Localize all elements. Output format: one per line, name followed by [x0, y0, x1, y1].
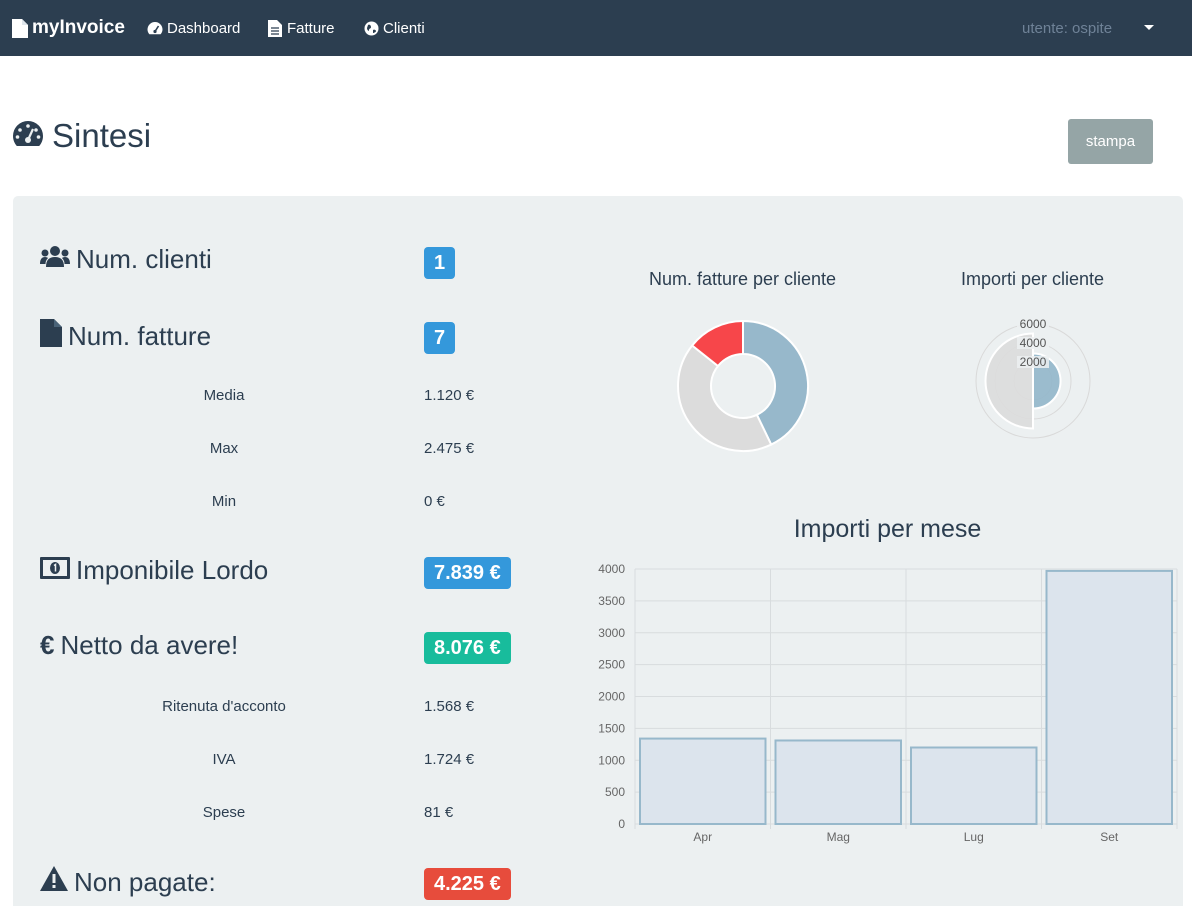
media-label: Media — [203, 387, 245, 404]
num-invoices-badge: 7 — [424, 322, 456, 354]
warning-icon — [40, 866, 68, 898]
expenses-label: Spese — [202, 804, 246, 821]
y-tick-label: 0 — [618, 817, 625, 831]
page-title-label: Sintesi — [52, 117, 152, 154]
bar — [774, 739, 902, 825]
tachometer-icon — [12, 117, 44, 155]
brand-link[interactable]: myInvoice — [12, 0, 125, 56]
withholding-label: Ritenuta d'acconto — [162, 698, 286, 715]
nav-invoices[interactable]: Fatture — [267, 0, 335, 56]
y-tick-label: 3000 — [598, 626, 625, 640]
net-heading: € Netto da avere! — [40, 630, 238, 661]
bar — [910, 746, 1038, 825]
bar — [639, 737, 767, 825]
net-badge: 8.076 € — [424, 632, 511, 664]
y-tick-label: 2500 — [598, 658, 625, 672]
gross-label: Imponibile Lordo — [76, 555, 269, 585]
globe-icon — [363, 20, 379, 36]
print-button[interactable]: stampa — [1068, 119, 1153, 164]
user-label: utente: ospite — [1022, 19, 1113, 37]
vat-label: IVA — [212, 751, 236, 768]
nav-dashboard[interactable]: Dashboard — [147, 0, 240, 56]
donut-chart — [677, 319, 809, 452]
bar — [1045, 569, 1173, 825]
expenses-value: 81 € — [424, 804, 454, 821]
money-icon — [40, 555, 70, 586]
donut-slice — [677, 344, 773, 452]
polar-chart-title: Importi per cliente — [960, 269, 1105, 289]
num-clients-heading: Num. clienti — [40, 244, 212, 275]
num-invoices-heading: Num. fatture — [40, 319, 211, 354]
user-menu[interactable]: utente: ospite — [1022, 0, 1112, 56]
y-tick-label: 4000 — [598, 562, 625, 576]
max-value: 2.475 € — [424, 440, 475, 457]
y-tick-label: 1000 — [598, 753, 625, 767]
nav-dashboard-label: Dashboard — [167, 19, 241, 37]
y-tick-label: 500 — [605, 785, 625, 799]
min-value: 0 € — [424, 493, 445, 510]
brand-label: myInvoice — [32, 17, 125, 38]
nav-clients[interactable]: Clienti — [363, 0, 425, 56]
num-invoices-label: Num. fatture — [68, 321, 212, 351]
vat-value: 1.724 € — [424, 751, 475, 768]
num-clients-badge: 1 — [424, 247, 456, 279]
unpaid-badge: 4.225 € — [424, 868, 511, 900]
x-tick-label: Lug — [964, 830, 984, 844]
y-tick-label: 3500 — [598, 594, 625, 608]
x-tick-label: Mag — [827, 830, 850, 844]
euro-icon: € — [40, 630, 55, 660]
x-tick-label: Apr — [693, 830, 712, 844]
file-icon — [12, 18, 28, 38]
unpaid-heading: Non pagate: — [40, 866, 216, 898]
num-clients-label: Num. clienti — [76, 244, 212, 274]
file-icon — [40, 319, 62, 354]
unpaid-label: Non pagate: — [74, 866, 216, 897]
chevron-down-icon[interactable] — [1144, 25, 1154, 30]
net-label: Netto da avere! — [60, 630, 239, 660]
tachometer-icon — [147, 20, 163, 36]
bar-chart-title: Importi per mese — [793, 515, 982, 543]
withholding-value: 1.568 € — [424, 698, 475, 715]
users-icon — [40, 244, 70, 275]
y-tick-label: 2000 — [598, 690, 625, 704]
polar-chart: 2000 4000 6000 — [975, 317, 1091, 439]
navbar: myInvoice Dashboard Fatture Clienti uten… — [0, 0, 1192, 56]
polar-tick-label: 4000 — [1020, 336, 1047, 350]
max-label: Max — [209, 440, 239, 457]
file-text-icon — [267, 19, 283, 37]
gross-heading: Imponibile Lordo — [40, 555, 268, 586]
media-value: 1.120 € — [424, 387, 475, 404]
nav-clients-label: Clienti — [383, 19, 425, 37]
nav-invoices-label: Fatture — [287, 19, 335, 37]
gross-badge: 7.839 € — [424, 557, 511, 589]
min-label: Min — [211, 493, 237, 510]
x-tick-label: Set — [1100, 830, 1119, 844]
polar-tick-label: 6000 — [1020, 317, 1047, 331]
polar-tick-label: 2000 — [1020, 355, 1047, 369]
y-tick-label: 1500 — [598, 721, 625, 735]
donut-chart-title: Num. fatture per cliente — [648, 269, 837, 289]
page-title: Sintesi — [12, 117, 151, 155]
bar-chart: 0 500 1000 1500 2000 2500 3000 3500 4000 Apr Mag Lu… — [598, 562, 1178, 844]
